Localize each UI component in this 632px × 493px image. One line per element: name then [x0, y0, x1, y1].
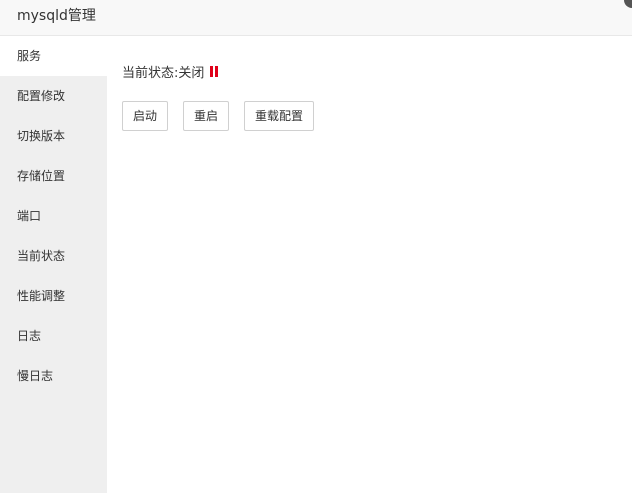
- main-content: 当前状态: 关闭 启动 重启 重载配置: [107, 36, 632, 493]
- sidebar: 服务 配置修改 切换版本 存储位置 端口 当前状态 性能调整 日志 慢日志: [0, 36, 107, 493]
- pause-icon: [210, 65, 219, 77]
- sidebar-item-performance[interactable]: 性能调整: [0, 276, 107, 316]
- sidebar-item-port[interactable]: 端口: [0, 196, 107, 236]
- restart-button[interactable]: 重启: [183, 101, 229, 131]
- title-bar: mysqld管理: [0, 0, 632, 36]
- sidebar-item-slow-log[interactable]: 慢日志: [0, 356, 107, 396]
- sidebar-item-switch-version[interactable]: 切换版本: [0, 116, 107, 156]
- reload-config-button[interactable]: 重载配置: [244, 101, 314, 131]
- close-icon[interactable]: [624, 0, 632, 8]
- sidebar-item-log[interactable]: 日志: [0, 316, 107, 356]
- app-window: mysqld管理 服务 配置修改 切换版本 存储位置 端口 当前状态 性能调整 …: [0, 0, 632, 493]
- sidebar-item-service[interactable]: 服务: [0, 36, 107, 76]
- sidebar-item-storage[interactable]: 存储位置: [0, 156, 107, 196]
- status-label: 当前状态:: [122, 65, 179, 81]
- window-title: mysqld管理: [17, 8, 96, 24]
- service-status: 当前状态: 关闭: [122, 62, 219, 81]
- sidebar-item-config[interactable]: 配置修改: [0, 76, 107, 116]
- start-button[interactable]: 启动: [122, 101, 168, 131]
- sidebar-item-status[interactable]: 当前状态: [0, 236, 107, 276]
- status-value: 关闭: [178, 65, 205, 81]
